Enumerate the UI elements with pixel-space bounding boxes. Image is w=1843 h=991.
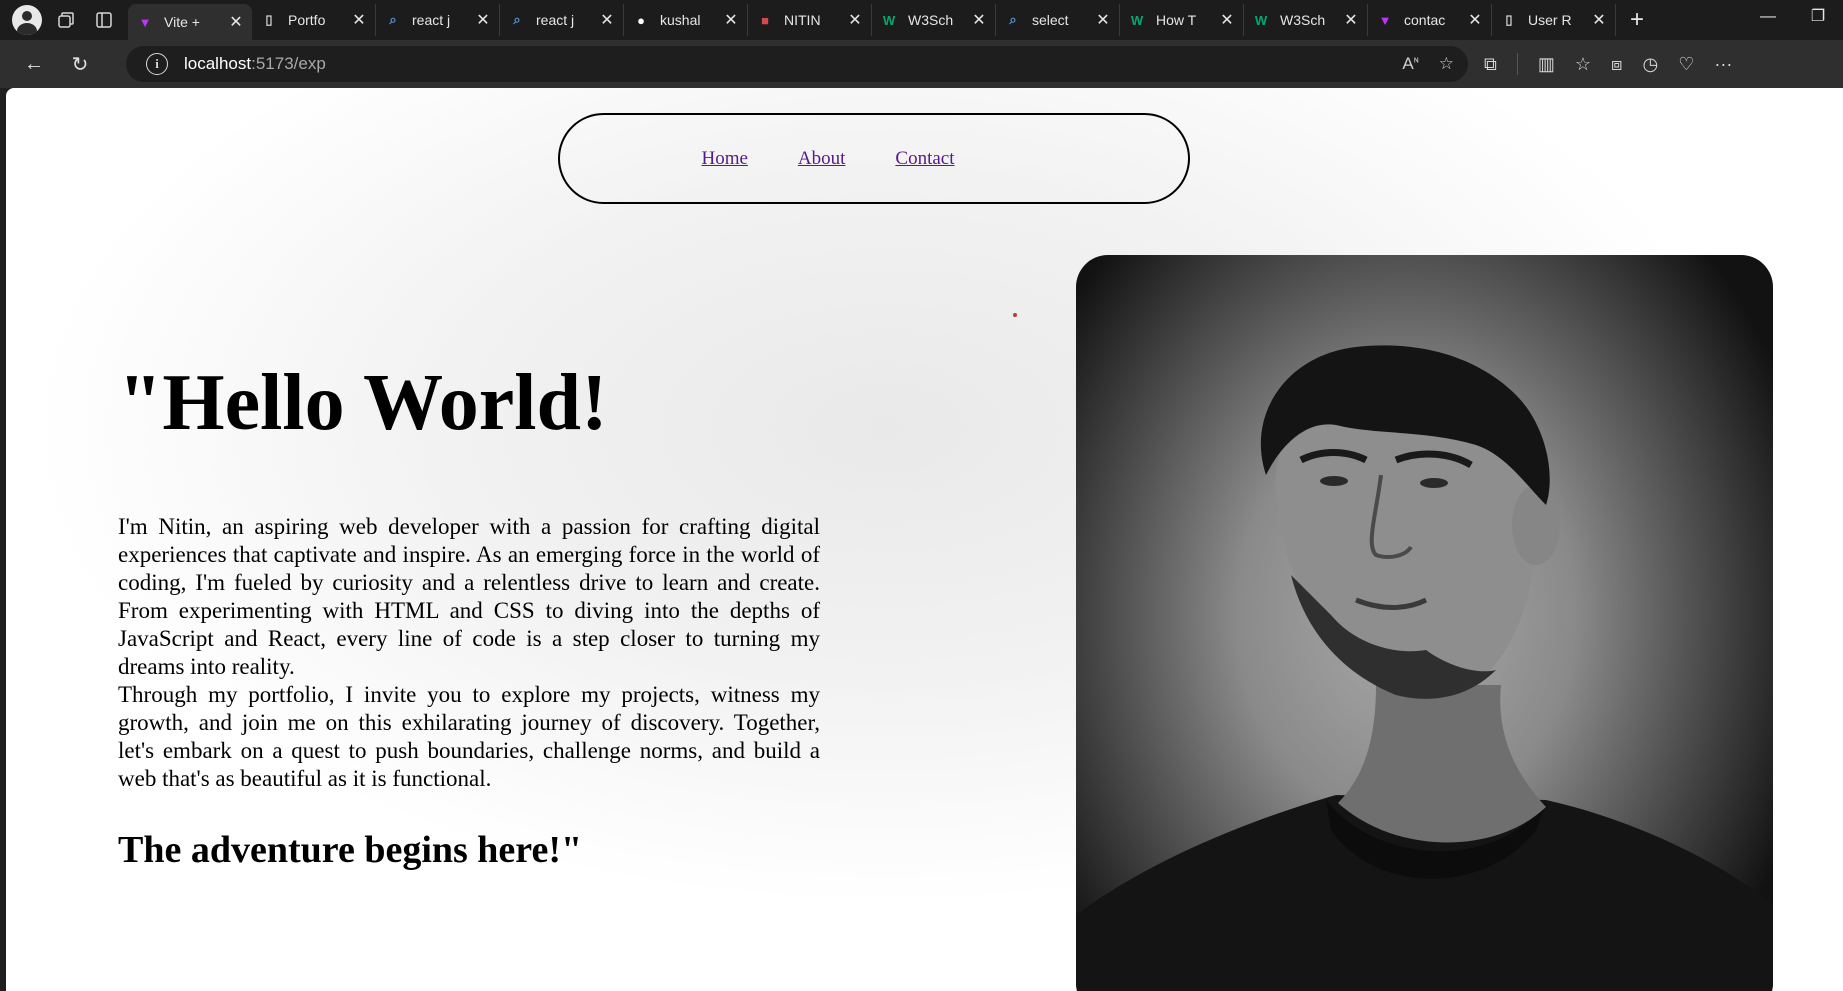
close-tab-icon[interactable]: ✕	[1591, 10, 1607, 30]
more-menu-icon[interactable]: ···	[1714, 54, 1732, 75]
portrait-illustration	[1076, 345, 1773, 991]
nav-link-home[interactable]: Home	[701, 148, 747, 170]
bio-paragraph-1: I'm Nitin, an aspiring web developer wit…	[118, 514, 820, 679]
browser-tools: ⧉ ▥ ☆ ⧈ ◷ ♡ ···	[1484, 46, 1732, 82]
close-tab-icon[interactable]: ✕	[1219, 10, 1235, 30]
url-text[interactable]: localhost:5173/exp	[184, 54, 326, 74]
vertical-tabs-icon[interactable]	[90, 6, 118, 34]
tab-title: NITIN	[784, 12, 821, 28]
close-tab-icon[interactable]: ✕	[847, 10, 863, 30]
vite-icon: ▼	[1378, 12, 1392, 28]
performance-icon[interactable]: ♡	[1678, 54, 1694, 75]
tab-list: ▼ Vite + ✕ ▯ Portfo ✕ ⌕ react j ✕ ⌕ reac…	[128, 0, 1644, 40]
favorites-icon[interactable]: ☆	[1575, 54, 1591, 75]
close-tab-icon[interactable]: ✕	[599, 10, 615, 30]
tab-strip: ▼ Vite + ✕ ▯ Portfo ✕ ⌕ react j ✕ ⌕ reac…	[0, 0, 1843, 40]
bio-paragraph-2: Through my portfolio, I invite you to ex…	[118, 682, 820, 791]
url-host: localhost	[184, 54, 252, 73]
close-tab-icon[interactable]: ✕	[228, 12, 244, 32]
github-icon: ●	[637, 12, 645, 28]
tab-title: Portfo	[288, 12, 326, 28]
profile-photo	[1076, 255, 1773, 991]
site-info-icon[interactable]: i	[146, 53, 168, 75]
page-icon: ▯	[265, 12, 273, 27]
bio-text: I'm Nitin, an aspiring web developer wit…	[118, 513, 820, 793]
collections-icon[interactable]: ⧈	[1611, 54, 1622, 75]
tab-select-search[interactable]: ⌕ select ✕	[996, 4, 1120, 36]
back-icon[interactable]: ←	[16, 46, 52, 82]
url-path: :5173/exp	[251, 54, 326, 73]
new-tab-icon[interactable]: +	[1630, 6, 1644, 34]
vite-icon: ▼	[138, 14, 152, 30]
close-tab-icon[interactable]: ✕	[1095, 10, 1111, 30]
search-icon: ⌕	[513, 12, 521, 27]
tab-title: contac	[1404, 12, 1446, 28]
tab-title: select	[1032, 12, 1069, 28]
close-tab-icon[interactable]: ✕	[971, 10, 987, 30]
window-controls: — ❐	[1743, 0, 1843, 34]
tab-pdf[interactable]: ■ NITIN ✕	[748, 4, 872, 36]
nav-link-contact[interactable]: Contact	[895, 148, 954, 170]
tab-title: User R	[1528, 12, 1572, 28]
page-viewport: Home About Contact "Hello World! I'm Nit…	[6, 88, 1843, 991]
pdf-icon: ■	[761, 12, 769, 28]
site-navbar: Home About Contact	[558, 113, 1190, 204]
close-tab-icon[interactable]: ✕	[351, 10, 367, 30]
address-bar-actions: Aɴ ☆	[1402, 46, 1454, 82]
tab-title: Vite +	[164, 14, 200, 30]
tab-w3schools-2[interactable]: W W3Sch ✕	[1244, 4, 1368, 36]
address-bar[interactable]: i localhost:5173/exp Aɴ ☆	[126, 46, 1468, 82]
tagline: The adventure begins here!"	[118, 829, 583, 871]
tab-title: How T	[1156, 12, 1197, 28]
tab-title: kushal	[660, 12, 701, 28]
favorite-star-icon[interactable]: ☆	[1439, 54, 1454, 74]
refresh-icon[interactable]: ↻	[62, 46, 98, 82]
minimize-icon[interactable]: —	[1743, 0, 1793, 34]
tab-react-search-2[interactable]: ⌕ react j ✕	[500, 4, 624, 36]
tab-portfolio[interactable]: ▯ Portfo ✕	[252, 4, 376, 36]
tab-contact[interactable]: ▼ contac ✕	[1368, 4, 1492, 36]
close-tab-icon[interactable]: ✕	[1343, 10, 1359, 30]
history-icon[interactable]: ◷	[1642, 54, 1658, 75]
close-tab-icon[interactable]: ✕	[475, 10, 491, 30]
w3schools-icon: W	[882, 12, 896, 28]
tab-title: W3Sch	[1280, 12, 1326, 28]
read-aloud-icon[interactable]: Aɴ	[1402, 54, 1418, 74]
tab-vite[interactable]: ▼ Vite + ✕	[128, 4, 252, 40]
tab-react-search-1[interactable]: ⌕ react j ✕	[376, 4, 500, 36]
hero-title: "Hello World!	[118, 359, 608, 447]
tab-title: react j	[412, 12, 451, 28]
tab-title: W3Sch	[908, 12, 954, 28]
decorative-dot	[1013, 313, 1017, 317]
restore-icon[interactable]: ❐	[1793, 0, 1843, 34]
page-icon: ▯	[1505, 12, 1513, 27]
close-tab-icon[interactable]: ✕	[1467, 10, 1483, 30]
browser-toolbar: ← ↻ i localhost:5173/exp Aɴ ☆ ⧉ ▥ ☆ ⧈ ◷ …	[0, 40, 1843, 88]
nav-link-about[interactable]: About	[798, 148, 846, 170]
close-tab-icon[interactable]: ✕	[723, 10, 739, 30]
extensions-icon[interactable]: ⧉	[1484, 54, 1497, 75]
profile-avatar-icon[interactable]	[12, 5, 42, 35]
tab-user[interactable]: ▯ User R ✕	[1492, 4, 1616, 36]
tab-github[interactable]: ● kushal ✕	[624, 4, 748, 36]
split-screen-icon[interactable]: ▥	[1538, 54, 1555, 75]
search-icon: ⌕	[1009, 12, 1017, 27]
toolbar-divider	[1516, 53, 1518, 75]
tab-w3schools-1[interactable]: W W3Sch ✕	[872, 4, 996, 36]
w3schools-icon: W	[1254, 12, 1268, 28]
workspaces-icon[interactable]	[52, 6, 80, 34]
w3schools-icon: W	[1130, 12, 1144, 28]
tab-title: react j	[536, 12, 575, 28]
tab-w3schools-howto[interactable]: W How T ✕	[1120, 4, 1244, 36]
search-icon: ⌕	[389, 12, 397, 27]
